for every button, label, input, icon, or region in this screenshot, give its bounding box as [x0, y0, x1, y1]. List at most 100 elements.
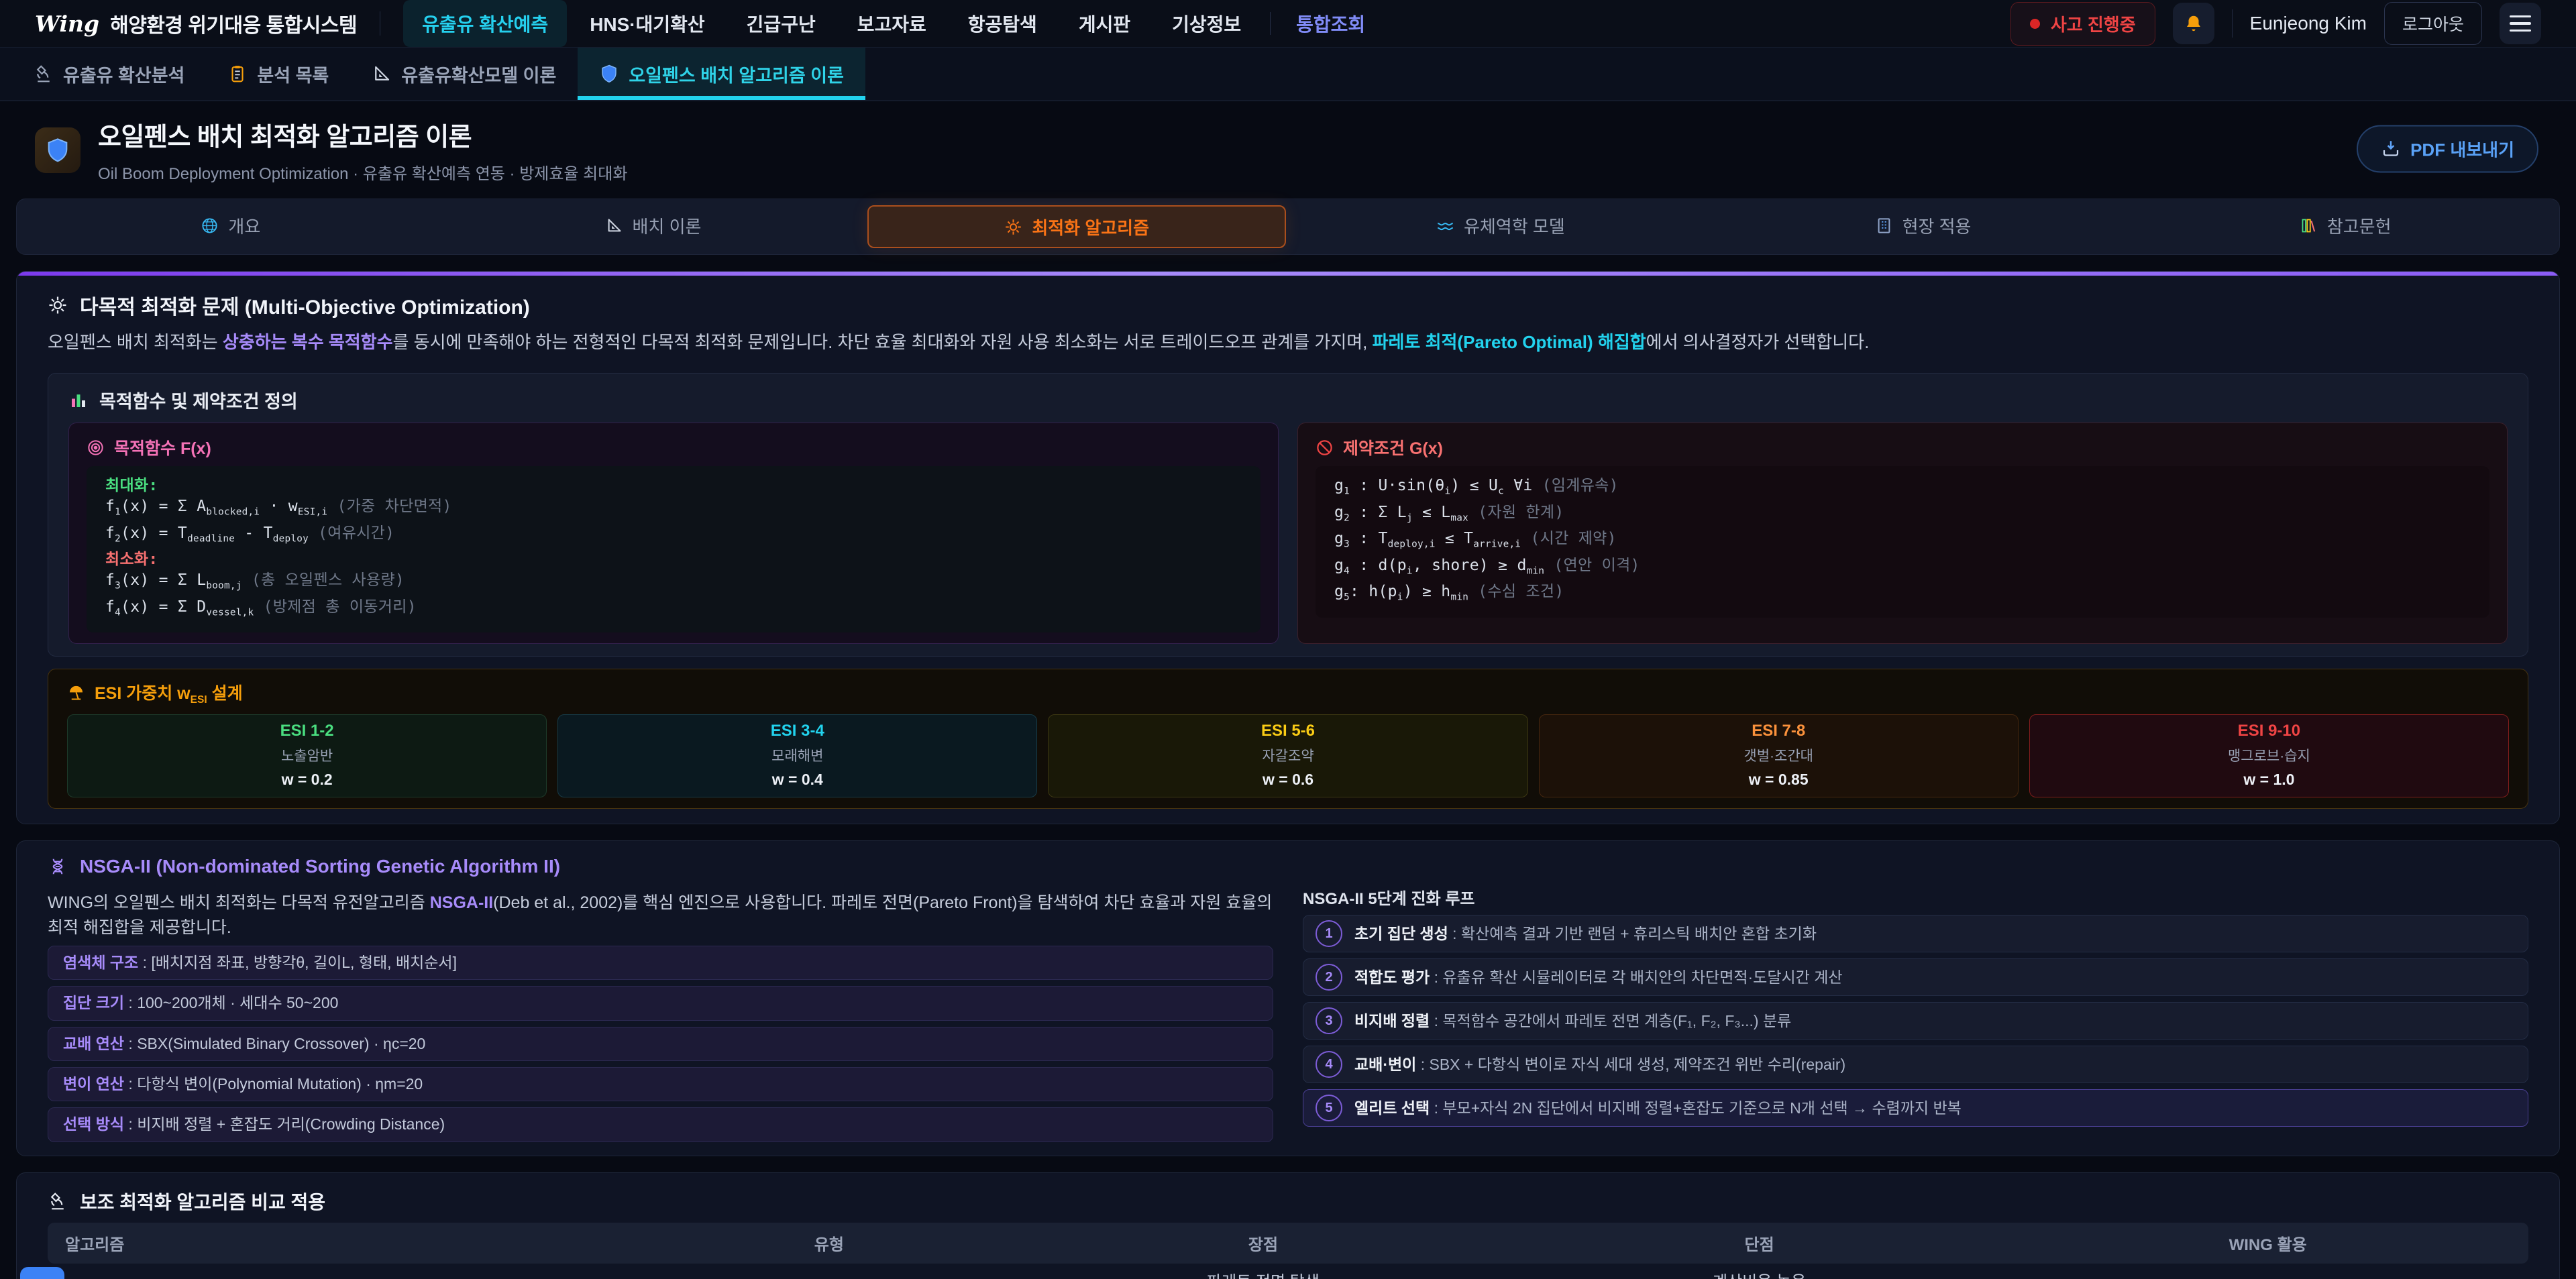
app-logo[interactable]: Wing 해양환경 위기대응 통합시스템	[35, 9, 357, 38]
page-icon-badge	[35, 127, 80, 173]
formula-line: g5: h(pi) ≥ hmin (수심 조건)	[1334, 581, 2471, 608]
nsga-parameter-row: 선택 방식 : 비지배 정렬 + 혼잡도 거리(Crowding Distanc…	[48, 1107, 1273, 1142]
nav-item[interactable]: 항공탐색	[949, 0, 1056, 47]
esi-range: ESI 5-6	[1054, 722, 1521, 740]
constraints-panel-title: 제약조건 G(x)	[1316, 435, 2489, 459]
globe-icon	[201, 217, 219, 235]
download-icon	[2381, 139, 2401, 159]
table-column-header: 유형	[643, 1223, 1016, 1264]
nav-item[interactable]: 기상정보	[1153, 0, 1260, 47]
parameter-label: 변이 연산	[63, 1075, 124, 1093]
section-tab[interactable]: 참고문헌	[2137, 205, 2553, 245]
hamburger-menu-button[interactable]	[2500, 3, 2541, 44]
nav-item[interactable]: HNS·대기확산	[571, 0, 723, 47]
subnav-tab-label: 오일펜스 배치 알고리즘 이론	[629, 61, 844, 87]
nsga-left-column: WING의 오일펜스 배치 최적화는 다목적 유전알고리즘 NSGA-II(De…	[48, 884, 1273, 1142]
step-text: 엘리트 선택 : 부모+자식 2N 집단에서 비지배 정렬+혼잡도 기준으로 N…	[1354, 1097, 1962, 1119]
nsga-step-row: 1초기 집단 생성 : 확산예측 결과 기반 랜덤 + 휴리스틱 배치안 혼합 …	[1303, 915, 2528, 952]
pdf-export-button[interactable]: PDF 내보내기	[2357, 125, 2538, 172]
building-icon	[1875, 217, 1893, 235]
floating-action-button[interactable]	[20, 1267, 64, 1279]
logo-text: 해양환경 위기대응 통합시스템	[110, 9, 357, 38]
step-text: 초기 집단 생성 : 확산예측 결과 기반 랜덤 + 휴리스틱 배치안 혼합 초…	[1354, 923, 1817, 944]
algorithm-type-cell: 다목적 GA	[643, 1264, 1016, 1279]
nav-right-cluster: 사고 진행중 Eunjeong Kim 로그아웃	[2010, 2, 2541, 46]
page-header: 오일펜스 배치 최적화 알고리즘 이론 Oil Boom Deployment …	[0, 101, 2576, 196]
formula-line: g4 : d(pi, shore) ≥ dmin (연안 이격)	[1334, 555, 2471, 582]
esi-grade-box: ESI 7-8갯벌·조간대w = 0.85	[1539, 714, 2019, 797]
algorithm-comparison-table: 알고리즘유형장점단점WING 활용 NSGA-II다목적 GA파레토 전면 탐색…	[48, 1223, 2528, 1279]
step-label: 교배·변이	[1354, 1056, 1416, 1073]
step-number-badge: 5	[1316, 1095, 1342, 1121]
esi-grade-box: ESI 9-10맹그로브·습지w = 1.0	[2029, 714, 2509, 797]
formula-line: g1 : U·sin(θi) ≤ Uc ∀i (임계유속)	[1334, 476, 2471, 502]
nsga-step-row: 2적합도 평가 : 유출유 확산 시뮬레이터로 각 배치안의 차단면적·도달시간…	[1303, 958, 2528, 996]
pros-cell: 파레토 전면 탐색다양성 유지 우수	[1015, 1264, 1511, 1279]
subnav-tab[interactable]: 분석 목록	[206, 48, 350, 100]
notifications-button[interactable]	[2173, 3, 2214, 44]
step-description: : 목적함수 공간에서 파레토 전면 계층(F₁, F₂, F₃...) 분류	[1430, 1012, 1791, 1030]
objective-function-panel: 목적함수 F(x) 최대화:f1(x) = Σ Ablocked,i · wES…	[68, 423, 1279, 644]
step-description: : 유출유 확산 시뮬레이터로 각 배치안의 차단면적·도달시간 계산	[1430, 968, 1842, 986]
top-navbar: Wing 해양환경 위기대응 통합시스템 유출유 확산예측HNS·대기확산긴급구…	[0, 0, 2576, 48]
sub-navbar: 유출유 확산분석 분석 목록유출유확산모델 이론 오일펜스 배치 알고리즘 이론	[0, 48, 2576, 101]
step-text: 비지배 정렬 : 목적함수 공간에서 파레토 전면 계층(F₁, F₂, F₃.…	[1354, 1010, 1791, 1032]
parameter-label: 교배 연산	[63, 1035, 124, 1052]
subnav-tab[interactable]: 유출유확산모델 이론	[350, 48, 578, 100]
bell-icon	[2184, 13, 2204, 34]
subnav-tab[interactable]: 오일펜스 배치 알고리즘 이론	[578, 48, 865, 100]
wave-icon	[1436, 217, 1454, 235]
step-number-badge: 4	[1316, 1051, 1342, 1078]
page-title-block: 오일펜스 배치 최적화 알고리즘 이론 Oil Boom Deployment …	[98, 116, 627, 184]
logout-button[interactable]: 로그아웃	[2384, 2, 2482, 45]
esi-habitat-name: 갯벌·조간대	[1545, 745, 2012, 765]
parameter-label: 집단 크기	[63, 994, 124, 1011]
subnav-tab[interactable]: 유출유 확산분석	[12, 48, 206, 100]
esi-range: ESI 7-8	[1545, 722, 2012, 740]
app-screen: Wing 해양환경 위기대응 통합시스템 유출유 확산예측HNS·대기확산긴급구…	[0, 0, 2576, 1279]
section-tab[interactable]: 유체역학 모델	[1293, 205, 1709, 245]
step-number-badge: 2	[1316, 964, 1342, 991]
step-description: : 확산예측 결과 기반 랜덤 + 휴리스틱 배치안 혼합 초기화	[1448, 925, 1817, 942]
wing-usage-cell: 메인 엔진	[2007, 1264, 2528, 1279]
esi-habitat-name: 자갈조약	[1054, 745, 1521, 765]
nsga-step-row: 3 비지배 정렬 : 목적함수 공간에서 파레토 전면 계층(F₁, F₂, F₃…	[1303, 1002, 2528, 1040]
section-tab[interactable]: 배치 이론	[445, 205, 861, 245]
formula-line: g3 : Tdeploy,i ≤ Tarrive,i (시간 제약)	[1334, 529, 2471, 555]
section-tab[interactable]: 최적화 알고리즘	[867, 205, 1286, 248]
esi-grade-box: ESI 5-6자갈조약w = 0.6	[1048, 714, 1527, 797]
subnav-tab-label: 유출유 확산분석	[63, 61, 184, 87]
nav-item[interactable]: 긴급구난	[728, 0, 835, 47]
esi-weight-value: w = 1.0	[2035, 771, 2503, 789]
esi-grade-row: ESI 1-2노출암반w = 0.2ESI 3-4모래해변w = 0.4ESI …	[67, 714, 2509, 797]
parameter-label: 선택 방식	[63, 1115, 124, 1133]
page-title: 오일펜스 배치 최적화 알고리즘 이론	[98, 116, 627, 153]
formula-line: f3(x) = Σ Lboom,j (총 오일펜스 사용량)	[105, 570, 1242, 597]
chart-icon	[68, 390, 89, 410]
formula-line: f4(x) = Σ Dvessel,k (방제점 총 이동거리)	[105, 597, 1242, 624]
moo-intro-paragraph: 오일펜스 배치 최적화는 상충하는 복수 목적함수를 동시에 만족해야 하는 전…	[48, 329, 2528, 355]
section-tab[interactable]: 현장 적용	[1715, 205, 2131, 245]
esi-range: ESI 9-10	[2035, 722, 2503, 740]
nav-item[interactable]: 유출유 확산예측	[403, 0, 567, 47]
nav-item[interactable]: 게시판	[1060, 0, 1149, 47]
esi-range: ESI 1-2	[73, 722, 541, 740]
step-number-badge: 3	[1316, 1007, 1342, 1034]
step-label: 초기 집단 생성	[1354, 925, 1448, 942]
no-entry-icon	[1316, 439, 1334, 457]
incident-status-badge[interactable]: 사고 진행중	[2010, 2, 2155, 46]
table-column-header: 알고리즘	[48, 1223, 643, 1264]
esi-card-title: ESI 가중치 wESI 설계	[67, 680, 2509, 706]
nsga-parameter-row: 염색체 구조 : [배치지점 좌표, 방향각θ, 길이L, 형태, 배치순서]	[48, 946, 1273, 980]
formula-line: 최대화:	[105, 476, 1242, 496]
logo-mark: Wing	[35, 11, 99, 37]
algorithm-name-cell: NSGA-II	[48, 1264, 643, 1279]
objective-formulas: 최대화:f1(x) = Σ Ablocked,i · wESI,i (가중 차단…	[87, 466, 1260, 632]
table-column-header: 장점	[1015, 1223, 1511, 1264]
section-tab-label: 배치 이론	[633, 213, 702, 238]
section-tab-label: 최적화 알고리즘	[1032, 215, 1149, 239]
nav-item[interactable]: 통합조회	[1277, 0, 1384, 47]
section-tab[interactable]: 개요	[23, 205, 439, 245]
nav-item[interactable]: 보고자료	[839, 0, 945, 47]
set-square-icon	[372, 64, 392, 84]
